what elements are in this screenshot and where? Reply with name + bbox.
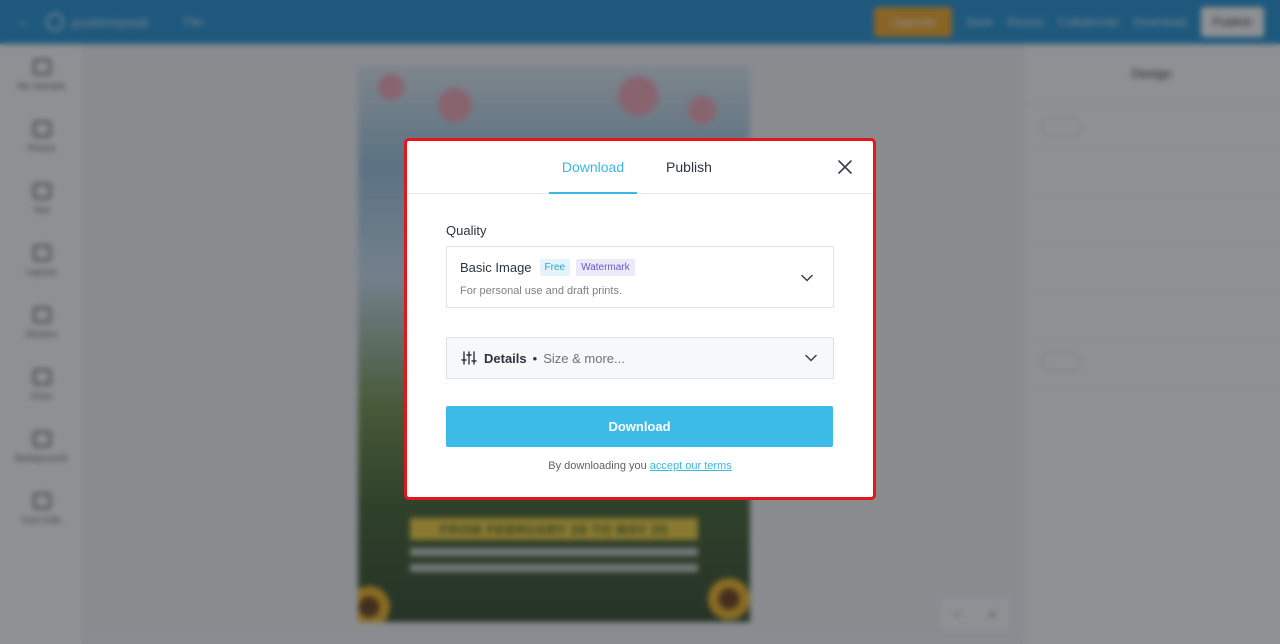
tab-download[interactable]: Download: [549, 141, 637, 194]
chevron-down-icon: [801, 274, 813, 282]
terms-note: By downloading you accept our terms: [446, 460, 834, 472]
details-dropdown[interactable]: Details • Size & more...: [446, 337, 834, 379]
details-subtitle: Size & more...: [543, 350, 625, 366]
quality-description: For personal use and draft prints.: [460, 285, 623, 297]
dialog-header: Download Publish: [407, 141, 873, 194]
watermark-badge: Watermark: [576, 259, 635, 276]
free-badge: Free: [539, 259, 571, 276]
terms-link[interactable]: accept our terms: [650, 460, 732, 472]
download-button[interactable]: Download: [446, 406, 833, 447]
tab-publish[interactable]: Publish: [645, 141, 733, 194]
chevron-down-icon: [805, 354, 817, 362]
download-dialog: Download Publish Quality Basic Image Fre…: [404, 138, 876, 500]
quality-option-name: Basic Image: [460, 260, 532, 275]
terms-prefix: By downloading you: [548, 460, 647, 472]
details-title: Details: [484, 350, 527, 366]
quality-label: Quality: [446, 223, 487, 238]
quality-dropdown[interactable]: Basic Image Free Watermark For personal …: [446, 246, 834, 308]
details-separator: •: [532, 350, 538, 366]
sliders-icon: [461, 351, 477, 365]
dialog-body: Quality Basic Image Free Watermark For p…: [407, 223, 873, 472]
close-icon[interactable]: [835, 157, 855, 177]
